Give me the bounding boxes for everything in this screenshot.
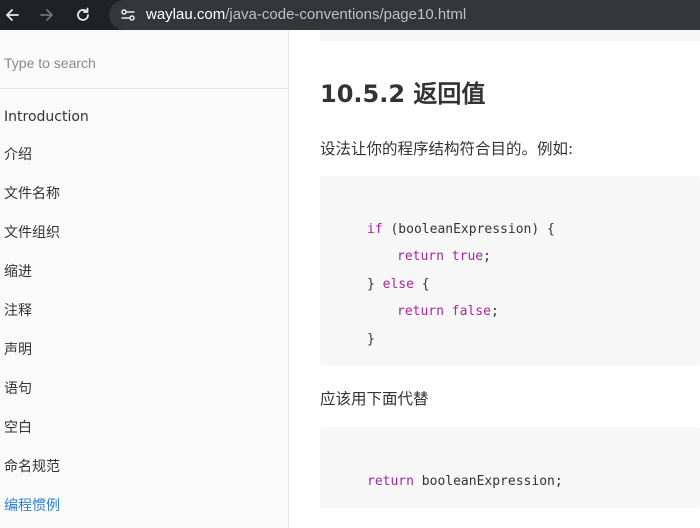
sidebar-item-statements[interactable]: 语句	[4, 380, 32, 398]
code-block-edge	[320, 30, 700, 41]
sidebar-item-file-organization[interactable]: 文件组织	[4, 224, 60, 242]
main-content: 10.5.2 返回值 设法让你的程序结构符合目的。例如: if (boolean…	[290, 30, 700, 528]
instead-paragraph: 应该用下面代替	[320, 390, 429, 408]
sidebar-item-intro-cn[interactable]: 介绍	[4, 146, 32, 164]
sidebar-item-comments[interactable]: 注释	[4, 302, 32, 320]
sidebar-item-white-space[interactable]: 空白	[4, 419, 32, 437]
sidebar-item-file-names[interactable]: 文件名称	[4, 185, 60, 203]
sidebar-item-introduction[interactable]: Introduction	[4, 108, 89, 126]
sidebar-item-indentation[interactable]: 缩进	[4, 263, 32, 281]
code-line: if (booleanExpression) {	[367, 222, 555, 237]
code-line: } else {	[367, 277, 430, 292]
arrow-left-icon	[6, 9, 19, 21]
reload-icon	[77, 7, 89, 21]
code-line: return false;	[397, 304, 499, 319]
code-line: }	[367, 332, 375, 347]
sidebar-item-programming-practices[interactable]: 编程惯例	[4, 497, 60, 515]
reload-button[interactable]	[73, 5, 93, 25]
code-line: return true;	[397, 249, 491, 264]
code-line: return booleanExpression;	[367, 474, 563, 489]
intro-paragraph: 设法让你的程序结构符合目的。例如:	[320, 140, 574, 158]
site-info-icon[interactable]	[119, 6, 137, 24]
forward-button[interactable]	[37, 5, 57, 25]
browser-toolbar: waylau.com/java-code-conventions/page10.…	[0, 0, 700, 30]
back-button[interactable]	[2, 5, 22, 25]
url-path: /java-code-conventions/page10.html	[225, 6, 467, 23]
sidebar: Introduction 介绍 文件名称 文件组织 缩进 注释 声明 语句 空白…	[0, 30, 289, 528]
sidebar-item-naming[interactable]: 命名规范	[4, 458, 60, 476]
url-text: waylau.com/java-code-conventions/page10.…	[146, 6, 466, 24]
search-input[interactable]	[0, 44, 289, 82]
page-heading: 10.5.2 返回值	[320, 80, 486, 108]
code-block: return booleanExpression;	[320, 427, 700, 508]
sidebar-item-declarations[interactable]: 声明	[4, 341, 32, 359]
arrow-right-icon	[40, 9, 53, 21]
url-host: waylau.com	[146, 6, 226, 23]
divider	[0, 88, 289, 89]
address-bar[interactable]: waylau.com/java-code-conventions/page10.…	[109, 0, 700, 30]
code-block: if (booleanExpression) { return true; } …	[320, 176, 700, 366]
